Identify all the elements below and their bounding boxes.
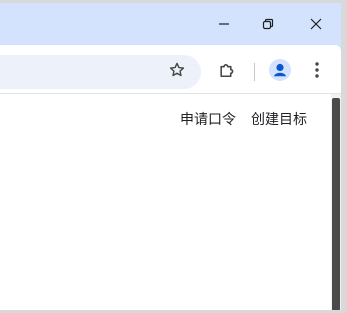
toolbar: [0, 51, 341, 93]
minimize-icon: [218, 18, 230, 30]
create-target-link[interactable]: 创建目标: [251, 109, 307, 129]
vertical-scrollbar[interactable]: [331, 94, 341, 310]
kebab-menu-icon: [315, 62, 319, 82]
puzzle-icon: [217, 60, 237, 84]
profile-button[interactable]: [264, 56, 296, 88]
apply-token-link[interactable]: 申请口令: [180, 109, 236, 129]
chrome-menu-button[interactable]: [301, 56, 333, 88]
scrollbar-thumb[interactable]: [332, 98, 340, 310]
restore-button[interactable]: [246, 3, 290, 45]
toolbar-divider: [254, 63, 255, 81]
close-icon: [310, 18, 322, 30]
minimize-button[interactable]: [202, 3, 246, 45]
close-button[interactable]: [294, 3, 338, 45]
bookmark-star-button[interactable]: [161, 56, 193, 88]
restore-icon: [262, 18, 274, 30]
page-header-links: 申请口令 创建目标: [180, 109, 307, 129]
title-bar: [0, 3, 341, 45]
star-outline-icon: [168, 61, 186, 83]
browser-window: 申请口令 创建目标: [0, 3, 341, 310]
window-border: [341, 3, 347, 310]
extensions-button[interactable]: [211, 56, 243, 88]
profile-avatar-icon: [269, 59, 291, 85]
address-bar[interactable]: [0, 55, 201, 89]
page-content: 申请口令 创建目标: [0, 93, 341, 310]
